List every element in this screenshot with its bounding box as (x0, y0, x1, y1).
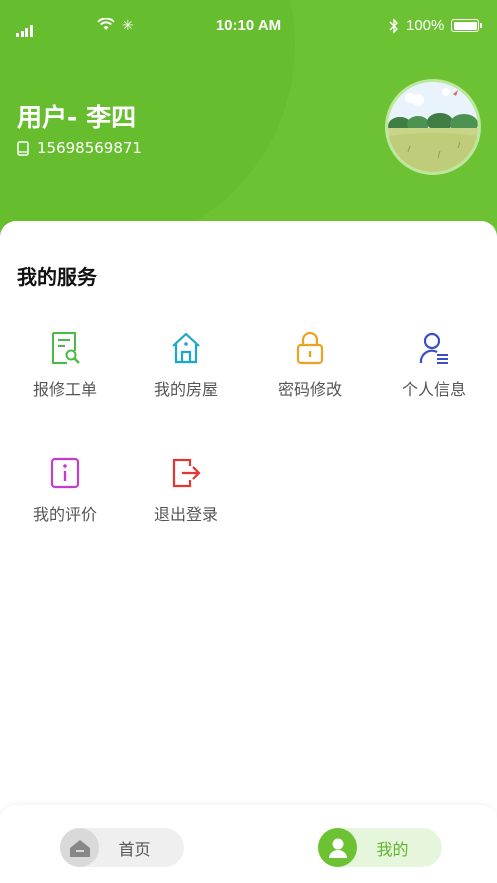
service-my-house[interactable]: 我的房屋 (124, 331, 248, 431)
service-repair-order[interactable]: 报修工单 (3, 331, 127, 431)
bottom-tab-bar: 首页 我的 (0, 805, 497, 883)
service-label: 密码修改 (277, 380, 342, 399)
status-bar: ✳ 10:10 AM 100% (0, 0, 497, 52)
repair-order-icon (52, 332, 80, 364)
phone-icon (17, 140, 29, 156)
service-label: 我的评价 (32, 505, 97, 524)
profile-header: ✳ 10:10 AM 100% 用户- 李四 15698569871 (0, 0, 497, 245)
user-phone-row: 15698569871 (17, 139, 142, 157)
battery-percent: 100% (406, 17, 445, 34)
tab-home-label: 首页 (118, 839, 151, 859)
logout-icon (172, 458, 201, 488)
tab-home[interactable]: 首页 (60, 828, 184, 867)
service-label: 我的房屋 (153, 380, 218, 399)
home-icon (60, 828, 99, 867)
avatar-landscape-image (388, 82, 478, 172)
main-content: 我的服务 报修工单 我的房屋 密码修改 个人信息 我的评价 退出登录 (0, 221, 497, 805)
service-change-password[interactable]: 密码修改 (248, 331, 372, 431)
service-label: 退出登录 (153, 505, 218, 524)
service-my-reviews[interactable]: 我的评价 (3, 456, 127, 556)
service-label: 个人信息 (401, 380, 466, 399)
tab-mine-label: 我的 (376, 839, 409, 859)
house-icon (172, 332, 200, 364)
user-name: 用户- 李四 (17, 103, 137, 132)
service-logout[interactable]: 退出登录 (124, 456, 248, 556)
services-title: 我的服务 (17, 265, 97, 289)
battery-icon (451, 19, 482, 32)
info-icon (50, 457, 80, 489)
tab-mine[interactable]: 我的 (318, 828, 442, 867)
service-personal-info[interactable]: 个人信息 (372, 331, 496, 431)
lock-icon (296, 331, 324, 365)
user-icon (318, 828, 357, 867)
avatar[interactable] (385, 79, 481, 175)
person-info-icon (419, 332, 448, 364)
service-label: 报修工单 (32, 380, 97, 399)
user-phone: 15698569871 (37, 139, 142, 157)
bluetooth-icon (389, 18, 398, 34)
